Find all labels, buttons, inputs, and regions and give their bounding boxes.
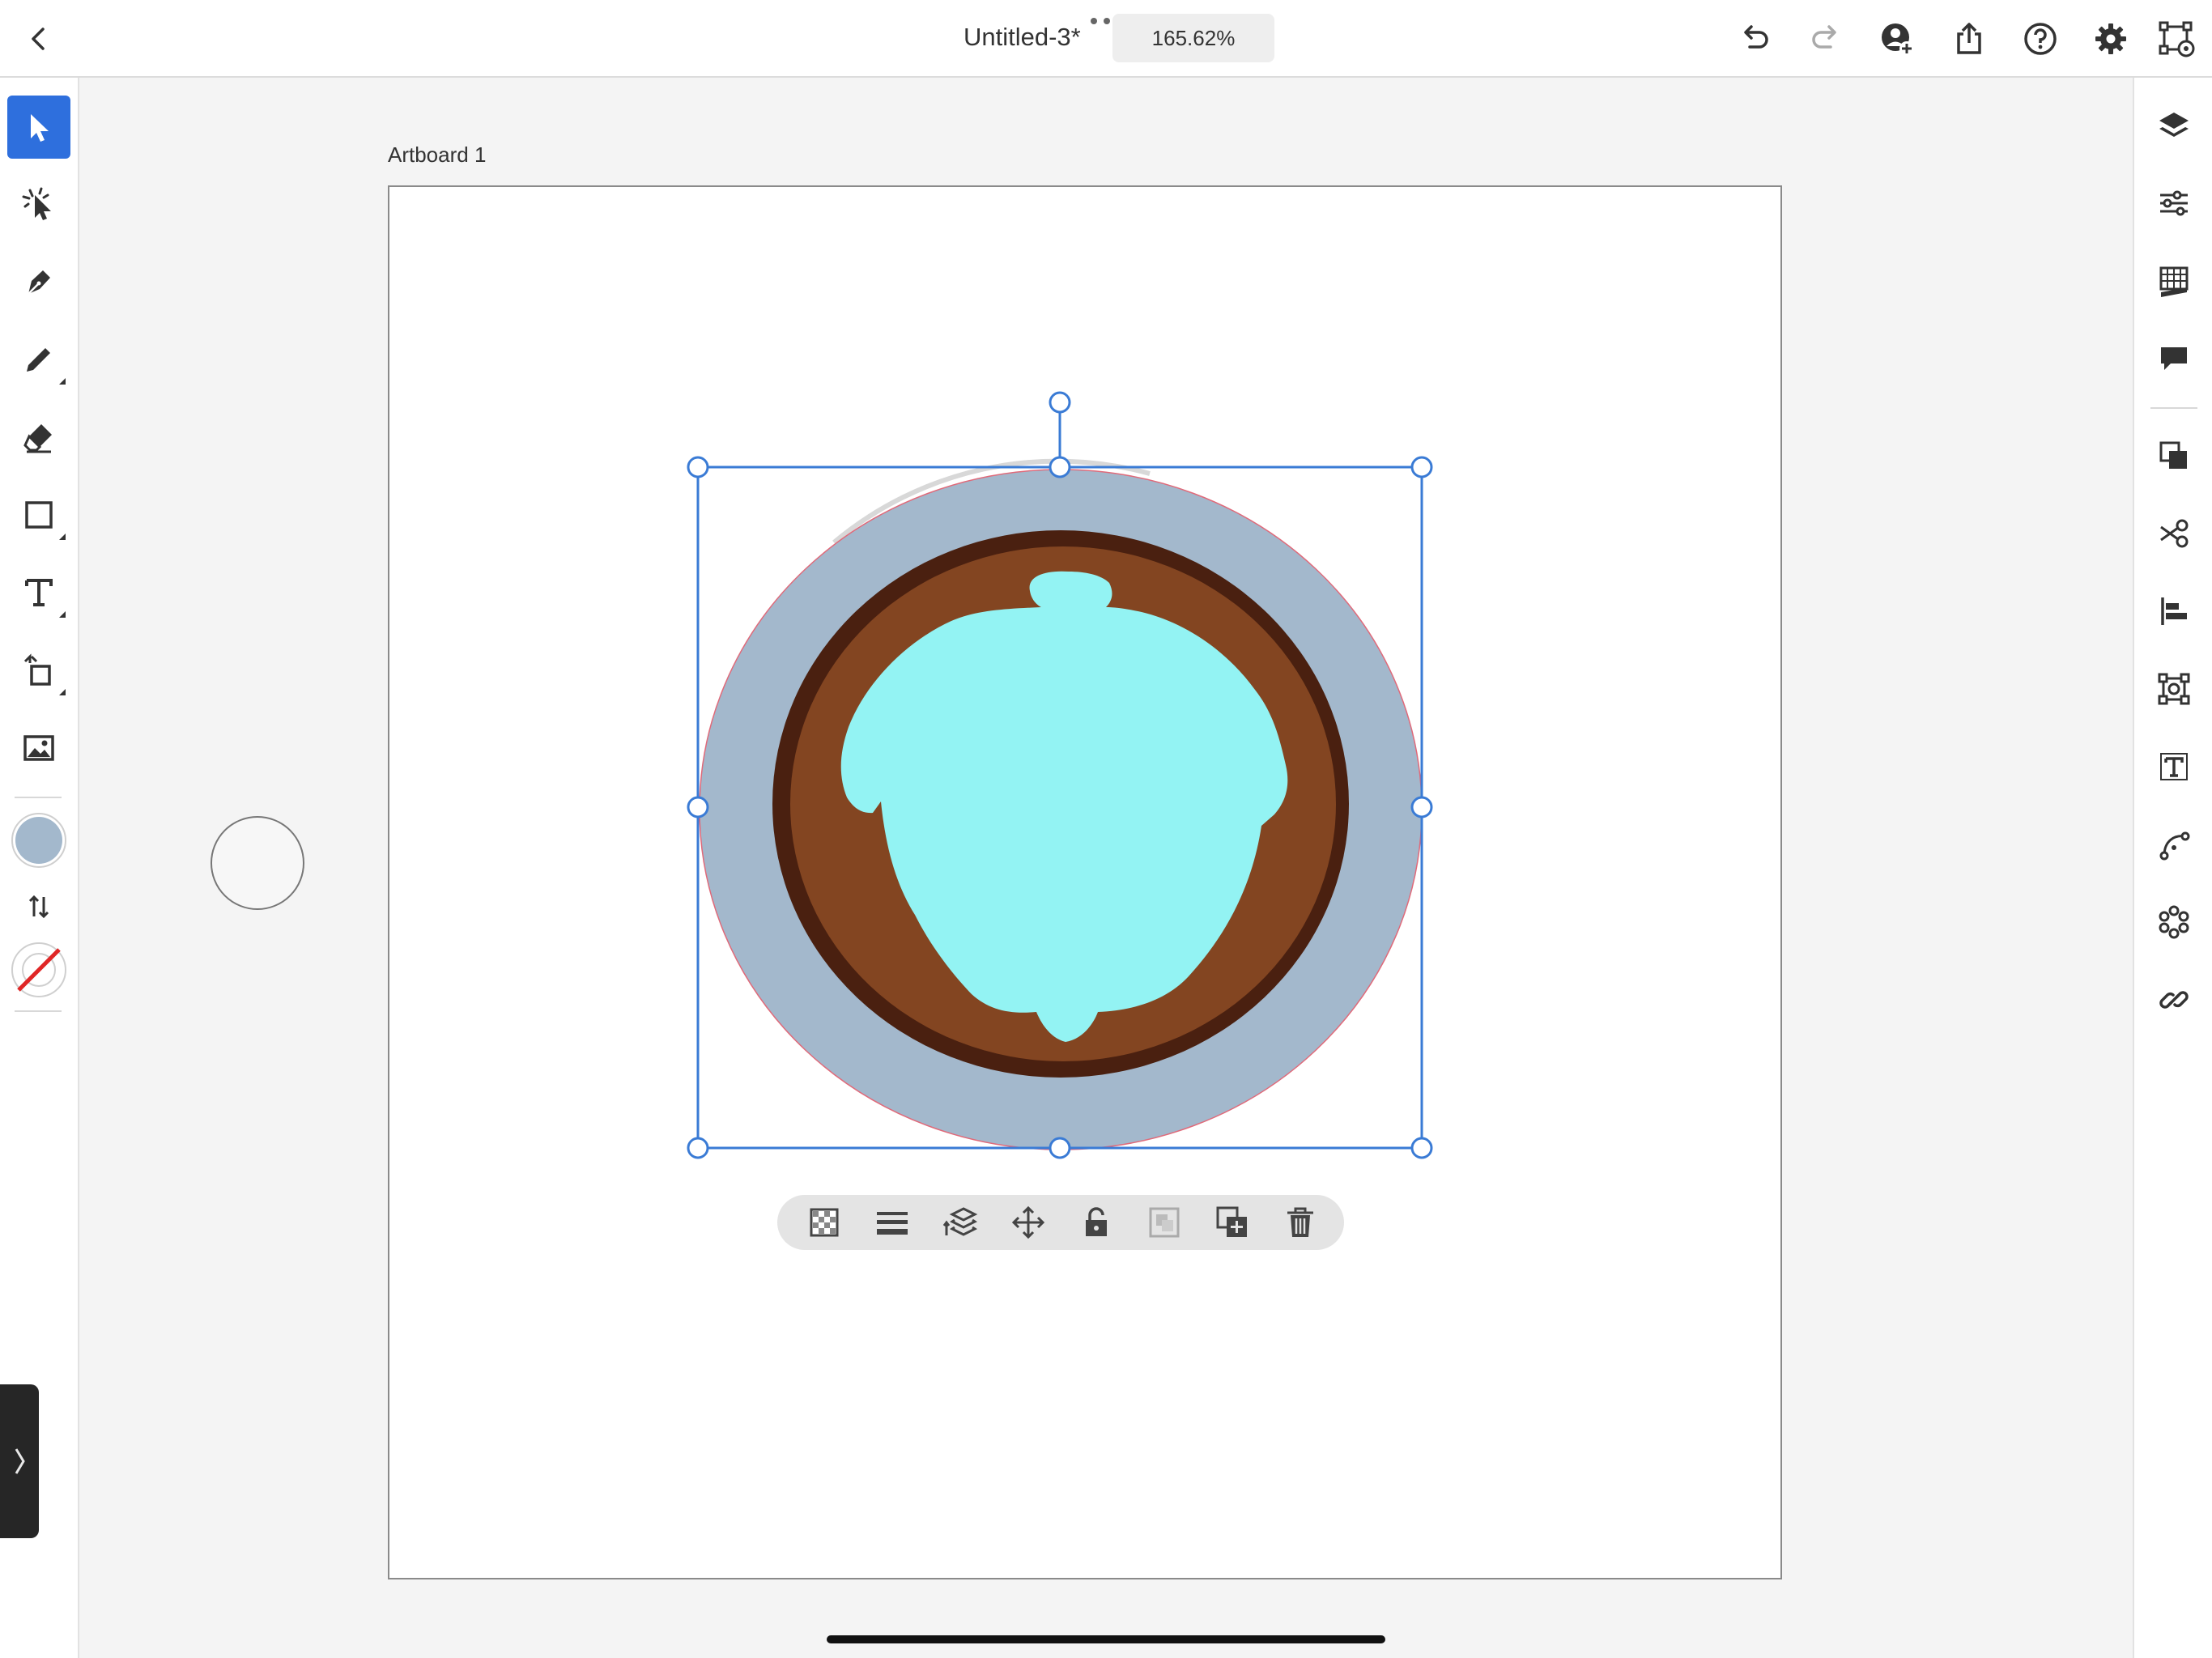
handle-left[interactable] (687, 796, 709, 818)
chevron-right-icon (15, 1448, 25, 1474)
handle-top-left[interactable] (687, 456, 709, 478)
app-window: Untitled-3* 165.62% Artboard 1 (0, 0, 2212, 1658)
delete-icon[interactable] (1279, 1201, 1321, 1244)
handle-bottom-right[interactable] (1410, 1137, 1433, 1159)
handle-right[interactable] (1410, 796, 1433, 818)
handle-bottom[interactable] (1049, 1137, 1071, 1159)
touch-modifier-button[interactable] (211, 816, 304, 910)
rotate-handle[interactable] (1049, 391, 1071, 414)
move-icon[interactable] (1007, 1201, 1049, 1244)
artwork (687, 391, 1433, 1159)
handle-top[interactable] (1049, 456, 1071, 478)
context-toolbar (777, 1195, 1344, 1250)
lock-icon[interactable] (1075, 1201, 1117, 1244)
transparency-icon[interactable] (803, 1201, 845, 1244)
duplicate-icon[interactable] (1211, 1201, 1253, 1244)
group-icon[interactable] (1143, 1201, 1185, 1244)
stroke-weight-icon[interactable] (871, 1201, 913, 1244)
handle-bottom-left[interactable] (687, 1137, 709, 1159)
home-indicator (827, 1635, 1385, 1643)
handle-top-right[interactable] (1410, 456, 1433, 478)
arrange-icon[interactable] (939, 1201, 981, 1244)
panel-expand-tab[interactable] (0, 1384, 39, 1538)
